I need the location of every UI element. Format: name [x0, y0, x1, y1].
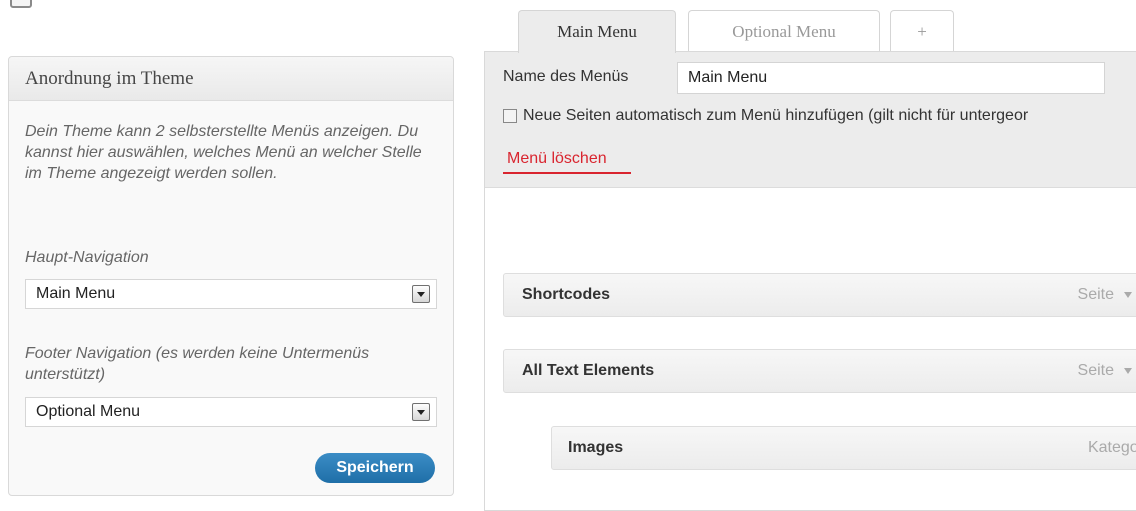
footer-nav-label: Footer Navigation (es werden keine Unter…: [25, 345, 370, 383]
delete-menu-link[interactable]: Menü löschen: [507, 150, 607, 168]
expand-arrow-icon[interactable]: [1124, 292, 1132, 298]
menu-item-images[interactable]: Images Kategor: [551, 426, 1136, 470]
main-nav-label: Haupt-Navigation: [25, 249, 149, 266]
menu-name-input[interactable]: [677, 62, 1105, 94]
menu-item-title: Images: [568, 439, 624, 456]
menu-item-all-text-elements[interactable]: All Text Elements Seite: [503, 349, 1136, 393]
main-nav-selected-value: Main Menu: [36, 285, 116, 302]
theme-locations-description: Dein Theme kann 2 selbsterstellte Menüs …: [25, 123, 422, 182]
delete-link-underline: [503, 172, 631, 174]
menu-item-type: Seite: [1077, 286, 1114, 303]
main-nav-select[interactable]: Main Menu: [25, 279, 437, 309]
menu-item-title: Shortcodes: [522, 286, 611, 303]
menu-name-label: Name des Menüs: [503, 68, 629, 85]
menu-item-shortcodes[interactable]: Shortcodes Seite: [503, 273, 1136, 317]
menu-item-type: Kategor: [1087, 439, 1136, 456]
theme-locations-panel: Anordnung im Theme Dein Theme kann 2 sel…: [8, 56, 454, 496]
menu-editor-header: Name des Menüs Neue Seiten automatisch z…: [485, 52, 1136, 188]
menu-item-title: All Text Elements: [522, 362, 655, 379]
tab-main-menu[interactable]: Main Menu: [518, 10, 676, 53]
tab-add-menu[interactable]: +: [890, 10, 954, 52]
screen-options-icon[interactable]: [10, 0, 32, 8]
menu-item-type: Seite: [1077, 362, 1114, 379]
auto-add-label: Neue Seiten automatisch zum Menü hinzufü…: [523, 107, 1029, 124]
tab-optional-menu[interactable]: Optional Menu: [688, 10, 880, 52]
save-button[interactable]: Speichern: [315, 453, 435, 483]
footer-nav-select[interactable]: Optional Menu: [25, 397, 437, 427]
auto-add-row[interactable]: Neue Seiten automatisch zum Menü hinzufü…: [503, 107, 1028, 125]
theme-locations-title: Anordnung im Theme: [9, 57, 453, 101]
auto-add-checkbox[interactable]: [503, 109, 517, 123]
footer-nav-selected-value: Optional Menu: [36, 403, 141, 420]
chevron-down-icon[interactable]: [412, 285, 430, 303]
chevron-down-icon[interactable]: [412, 403, 430, 421]
expand-arrow-icon[interactable]: [1124, 368, 1132, 374]
menu-editor-panel: Name des Menüs Neue Seiten automatisch z…: [484, 51, 1136, 511]
